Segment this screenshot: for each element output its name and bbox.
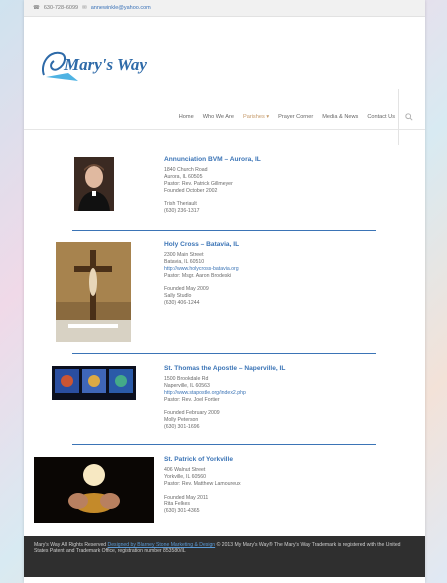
parish-contact-phone: (630) 236-1317: [164, 208, 200, 215]
footer-rights: Mary's Way All Rights Reserved: [34, 542, 107, 548]
parish-founded: Founded May 2009: [164, 286, 209, 293]
nav-parishes[interactable]: Parishes ▾: [243, 114, 269, 120]
phone-icon: ☎: [33, 5, 40, 11]
parish-address-2: Yorkville, IL 60560: [164, 473, 207, 480]
designer-credit-link[interactable]: Designed by Blarney Stone Marketing & De…: [108, 542, 216, 548]
parish-contact-name: Trish Theriault: [164, 201, 197, 208]
email-link[interactable]: annewinkle@yahoo.com: [91, 5, 151, 11]
eucharist-photo: [34, 457, 154, 523]
parish-address-1: 2300 Main Street: [164, 251, 204, 258]
main-navigation: Home Who We Are Parishes ▾ Prayer Corner…: [179, 114, 395, 120]
parish-contact-phone: (630) 406-1244: [164, 300, 200, 307]
separator-line: [72, 444, 376, 445]
site-header: Mary's Way Home Who We Are Parishes ▾ Pr…: [24, 17, 425, 145]
parish-address-1: 1840 Church Road: [164, 166, 208, 173]
nav-who-we-are[interactable]: Who We Are: [203, 114, 234, 120]
parish-pastor: Pastor: Msgr. Aaron Brodeski: [164, 272, 232, 279]
parish-pastor: Pastor: Rev. Patrick Gillmeyer: [164, 180, 233, 187]
parish-address-1: 1500 Brookdale Rd: [164, 375, 209, 382]
marys-way-logo[interactable]: Mary's Way: [38, 45, 168, 83]
parish-title[interactable]: St. Thomas the Apostle – Naperville, IL: [164, 365, 285, 373]
parish-title[interactable]: Annunciation BVM – Aurora, IL: [164, 156, 261, 164]
parish-address-1: 406 Walnut Street: [164, 466, 206, 473]
parish-website-link[interactable]: http://www.holycross-batavia.org: [164, 266, 239, 273]
parish-address-2: Naperville, IL 60563: [164, 382, 210, 389]
parish-info: Annunciation BVM – Aurora, IL 1840 Churc…: [164, 156, 261, 215]
nav-prayer-corner[interactable]: Prayer Corner: [278, 114, 313, 120]
envelope-icon: ✉: [82, 5, 87, 11]
parish-address-2: Batavia, IL 60510: [164, 258, 205, 265]
nav-parishes-label: Parishes: [242, 114, 265, 120]
parish-contact-name: Rita Felkes: [164, 501, 190, 508]
nav-media-news[interactable]: Media & News: [322, 114, 358, 120]
crucifix-photo: [56, 242, 131, 342]
parish-info: St. Patrick of Yorkville 406 Walnut Stre…: [164, 456, 241, 515]
parish-contact-phone: (630) 301-1696: [164, 424, 200, 431]
nav-contact-us[interactable]: Contact Us: [367, 114, 395, 120]
top-contact-bar: ☎ 630-728-6099 ✉ annewinkle@yahoo.com: [24, 0, 425, 17]
page-container: ☎ 630-728-6099 ✉ annewinkle@yahoo.com Ma…: [24, 0, 425, 583]
parish-pastor: Pastor: Rev. Matthew Lamoureux: [164, 480, 241, 487]
parish-contact-name: Sally Studlo: [164, 293, 192, 300]
logo-text: Mary's Way: [63, 55, 147, 74]
separator-line: [72, 353, 376, 354]
parish-pastor: Pastor: Rev. Joel Fortier: [164, 396, 220, 403]
parish-contact-name: Molly Peterson: [164, 417, 199, 424]
nav-divider: [398, 89, 399, 145]
parish-info: Holy Cross – Batavia, IL 2300 Main Stree…: [164, 241, 239, 307]
nav-home[interactable]: Home: [179, 114, 194, 120]
parish-founded: Founded October 2002: [164, 187, 218, 194]
parish-founded: Founded May 2011: [164, 494, 209, 501]
parish-info: St. Thomas the Apostle – Naperville, IL …: [164, 365, 285, 431]
parish-title[interactable]: St. Patrick of Yorkville: [164, 456, 241, 464]
chevron-down-icon: ▾: [266, 114, 270, 120]
parish-title[interactable]: Holy Cross – Batavia, IL: [164, 241, 239, 249]
parish-contact-phone: (630) 301-4365: [164, 508, 200, 515]
parish-website-link[interactable]: http://www.stapostle.org/index2.php: [164, 390, 285, 397]
site-footer: Mary's Way All Rights Reserved Designed …: [24, 536, 425, 577]
parish-address-2: Aurora, IL 60505: [164, 173, 203, 180]
separator-line: [72, 230, 376, 231]
pastor-photo: [74, 157, 114, 211]
search-icon[interactable]: [405, 113, 413, 121]
phone-number: 630-728-6099: [43, 5, 79, 11]
stained-glass-photo: [52, 366, 136, 400]
parish-founded: Founded February 2009: [164, 410, 220, 417]
